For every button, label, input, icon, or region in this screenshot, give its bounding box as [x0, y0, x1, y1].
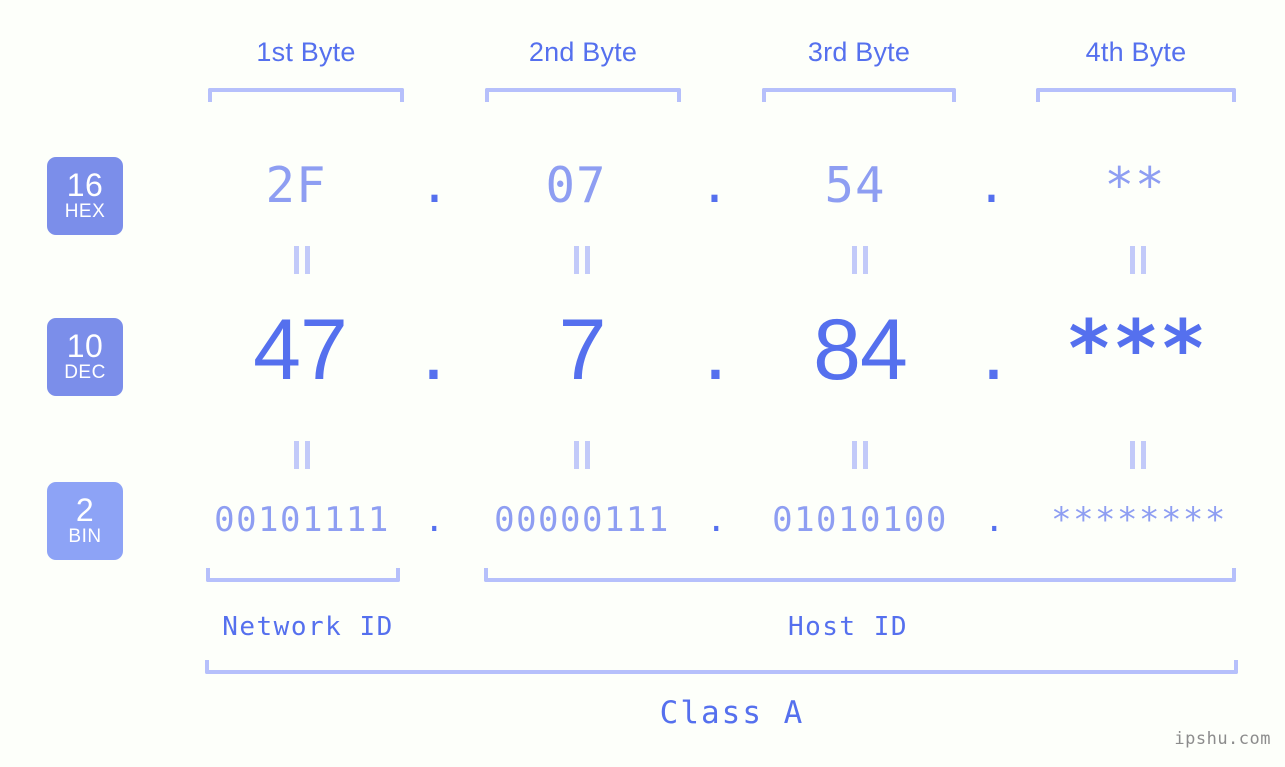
radix-badge-hex: 16 HEX — [47, 157, 123, 235]
network-id-label: Network ID — [222, 612, 394, 642]
address-class-label: Class A — [659, 695, 805, 731]
radix-badge-dec: 10 DEC — [47, 318, 123, 396]
dec-separator-1: . — [421, 302, 446, 398]
equals-marker-hex-dec-3 — [848, 246, 872, 274]
host-id-label: Host ID — [787, 612, 909, 642]
bin-separator-2: . — [706, 500, 728, 540]
hex-byte-4: ** — [1104, 157, 1166, 214]
byte-bracket-1 — [208, 88, 404, 102]
diagram-canvas: 1st Byte 2nd Byte 3rd Byte 4th Byte 16 H… — [0, 0, 1285, 767]
equals-marker-hex-dec-4 — [1126, 246, 1150, 274]
byte-bracket-2 — [485, 88, 681, 102]
hex-separator-1: . — [419, 157, 451, 214]
radix-badge-bin: 2 BIN — [47, 482, 123, 560]
byte-header-4: 4th Byte — [1085, 37, 1187, 67]
radix-badge-dec-name: DEC — [64, 362, 106, 383]
bin-separator-3: . — [984, 500, 1006, 540]
equals-marker-dec-bin-4 — [1126, 441, 1150, 469]
bin-byte-1: 00101111 — [214, 500, 390, 540]
hex-byte-3: 54 — [824, 157, 886, 214]
byte-header-1: 1st Byte — [256, 37, 356, 67]
radix-badge-bin-number: 2 — [75, 492, 95, 528]
dec-byte-2: 7 — [558, 302, 607, 398]
site-watermark: ipshu.com — [1174, 729, 1271, 749]
radix-badge-dec-number: 10 — [66, 328, 104, 364]
dec-byte-1: 47 — [253, 302, 348, 398]
equals-marker-hex-dec-2 — [570, 246, 594, 274]
dec-byte-4: *** — [1065, 305, 1207, 395]
byte-header-3: 3rd Byte — [807, 37, 911, 67]
radix-badge-bin-name: BIN — [68, 526, 102, 547]
address-class-bracket — [205, 660, 1238, 674]
equals-marker-hex-dec-1 — [290, 246, 314, 274]
bin-separator-1: . — [424, 500, 446, 540]
equals-marker-dec-bin-1 — [290, 441, 314, 469]
dec-byte-3: 84 — [813, 302, 908, 398]
bin-byte-2: 00000111 — [494, 500, 670, 540]
equals-marker-dec-bin-3 — [848, 441, 872, 469]
bin-byte-3: 01010100 — [772, 500, 948, 540]
radix-badge-hex-number: 16 — [66, 167, 104, 203]
hex-byte-2: 07 — [545, 157, 607, 214]
hex-separator-2: . — [699, 157, 731, 214]
hex-separator-3: . — [976, 157, 1008, 214]
dec-separator-2: . — [703, 302, 728, 398]
byte-header-2: 2nd Byte — [528, 37, 638, 67]
network-id-bracket — [206, 568, 400, 582]
byte-bracket-3 — [762, 88, 956, 102]
equals-marker-dec-bin-2 — [570, 441, 594, 469]
radix-badge-hex-name: HEX — [64, 201, 106, 222]
bin-byte-4: ******** — [1051, 500, 1227, 540]
dec-separator-3: . — [981, 302, 1006, 398]
byte-bracket-4 — [1036, 88, 1236, 102]
hex-byte-1: 2F — [265, 157, 327, 214]
host-id-bracket — [484, 568, 1236, 582]
